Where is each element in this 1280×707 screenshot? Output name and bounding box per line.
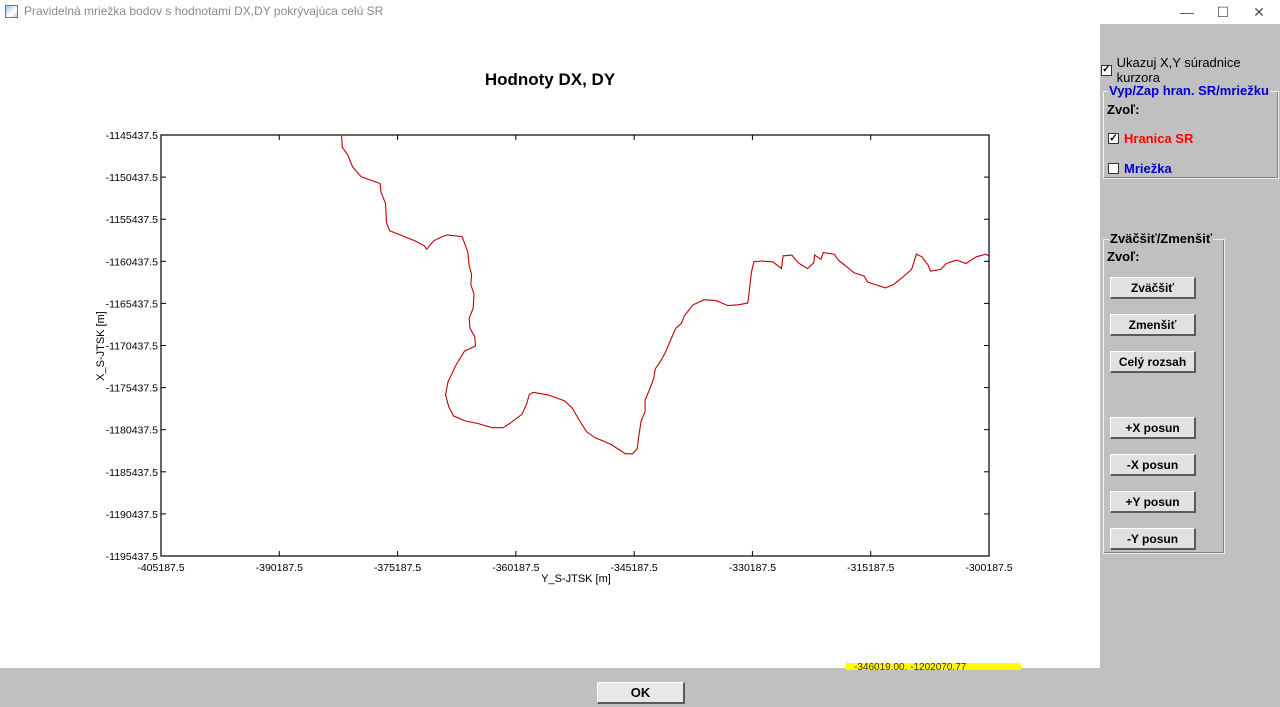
plus-x-shift-button[interactable]: +X posun	[1110, 417, 1196, 439]
plus-y-shift-button[interactable]: +Y posun	[1110, 491, 1196, 513]
hranica-check[interactable]: ✓	[1108, 133, 1119, 144]
y-tick-label: -1195437.5	[106, 551, 159, 563]
zoom-out-button[interactable]: Zmenšiť	[1110, 314, 1196, 336]
window-title: Pravidelná mriežka bodov s hodnotami DX,…	[24, 4, 384, 18]
y-axis-label: X_S-JTSK [m]	[95, 311, 107, 381]
x-axis-label: Y_S-JTSK [m]	[541, 573, 611, 585]
app-icon	[5, 5, 18, 18]
close-button[interactable]: ✕	[1236, 0, 1280, 24]
zoom-group-title: Zväčšiť/Zmenšiť	[1109, 231, 1214, 246]
mriezka-checkbox[interactable]: Mriežka	[1108, 161, 1172, 176]
choose-label-boundary: Zvoľ:	[1107, 102, 1140, 117]
plot-frame	[160, 134, 990, 557]
y-tick-label: -1150437.5	[106, 172, 159, 184]
x-tick-label: -345187.5	[610, 562, 657, 574]
x-tick-label: -405187.5	[137, 562, 184, 574]
y-tick-label: -1145437.5	[106, 130, 159, 142]
y-tick-label: -1185437.5	[106, 467, 159, 479]
show-cursor-coords-checkbox[interactable]: ✓ Ukazuj X,Y súradnice kurzora	[1101, 55, 1280, 85]
y-tick-label: -1180437.5	[106, 425, 159, 437]
hranica-label: Hranica SR	[1124, 131, 1194, 146]
cursor-coordinates-readout: -346019.00, -1202070.77	[846, 663, 1021, 670]
x-tick-label: -315187.5	[847, 562, 894, 574]
y-tick-label: -1155437.5	[106, 214, 159, 226]
y-tick-label: -1160437.5	[106, 256, 159, 268]
choose-label-zoom: Zvoľ:	[1107, 249, 1140, 264]
boundary-group-title: Vyp/Zap hran. SR/mriežku	[1108, 83, 1270, 98]
y-tick-label: -1165437.5	[106, 298, 159, 310]
chart-svg: -405187.5 -390187.5 -375187.5 -360187.5 -345…	[95, 130, 1013, 585]
minus-x-shift-button[interactable]: -X posun	[1110, 454, 1196, 476]
x-tick-label: -300187.5	[965, 562, 1012, 574]
hranica-checkbox[interactable]: ✓ Hranica SR	[1108, 131, 1193, 146]
full-range-button[interactable]: Celý rozsah	[1110, 351, 1196, 373]
mriezka-check[interactable]	[1108, 163, 1119, 174]
x-tick-label: -360187.5	[492, 562, 539, 574]
y-tick-label: -1170437.5	[106, 341, 159, 353]
plot-area[interactable]: Hodnoty DX, DY -405187.5 -390187.5 -375187…	[0, 24, 1100, 668]
minus-y-shift-button[interactable]: -Y posun	[1110, 528, 1196, 550]
zoom-in-button[interactable]: Zväčšiť	[1110, 277, 1196, 299]
title-bar: Pravidelná mriežka bodov s hodnotami DX,…	[0, 0, 1280, 24]
show-cursor-coords-check[interactable]: ✓	[1101, 64, 1112, 76]
x-tick-label: -375187.5	[374, 562, 421, 574]
y-tick-label: -1190437.5	[106, 509, 159, 521]
x-tick-label: -390187.5	[256, 562, 303, 574]
control-panel: ✓ Ukazuj X,Y súradnice kurzora Vyp/Zap h…	[1100, 24, 1280, 668]
mriezka-label: Mriežka	[1124, 161, 1172, 176]
x-tick-label: -330187.5	[729, 562, 776, 574]
show-cursor-coords-label: Ukazuj X,Y súradnice kurzora	[1116, 55, 1241, 85]
ok-button[interactable]: OK	[597, 682, 685, 704]
y-tick-label: -1175437.5	[106, 383, 159, 395]
